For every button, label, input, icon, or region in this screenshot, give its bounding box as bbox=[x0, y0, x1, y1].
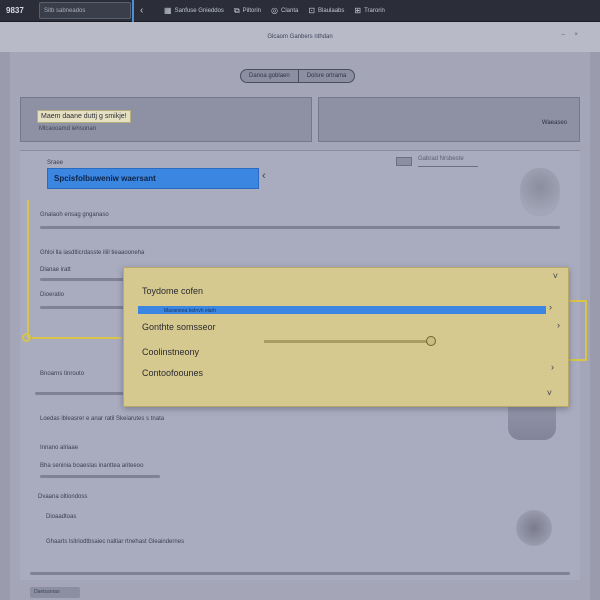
segmented-control: Danoa goblaen Dolsre ortrama bbox=[240, 69, 356, 83]
highlight-anchor-dot bbox=[22, 333, 31, 342]
form-row-label: Gnalaoh ensag gnganaso bbox=[40, 212, 109, 218]
form-row-line bbox=[40, 278, 130, 281]
form-row-label: Dlanae iratt bbox=[40, 267, 71, 273]
grid-icon: ▦ bbox=[164, 6, 172, 15]
form-row-line bbox=[35, 392, 125, 395]
dropdown-item[interactable]: Contoofoounes bbox=[142, 368, 203, 378]
active-separator bbox=[132, 0, 134, 22]
highlight-bracket-left bbox=[27, 200, 31, 338]
topbar-item-4[interactable]: ⊡ Blaulaabs bbox=[308, 6, 344, 15]
form-row-line bbox=[40, 226, 560, 229]
topbar-item-3[interactable]: ◎ Clanta bbox=[271, 6, 298, 15]
dropdown-menu: ˅ Toydome cofen Maosneoa bolnvh elarh › … bbox=[123, 267, 569, 407]
form-row-label: Ghaarts lsitriodtbsaiec naltiar rtnehast… bbox=[46, 539, 185, 545]
app-logo: 9837 bbox=[6, 6, 24, 15]
highlight-bracket-right bbox=[569, 300, 587, 361]
chevron-down-icon[interactable]: ˅ bbox=[547, 388, 552, 398]
top-bar: 9837 Sitb sabneados ‹ ▦ Sanfuse Gnieddos… bbox=[0, 0, 600, 22]
dropdown-item[interactable]: Coolinstneony bbox=[142, 347, 199, 357]
text-input-active[interactable]: Spcisfolbuweniw waersant bbox=[47, 168, 259, 189]
dropdown-item[interactable]: Toydome cofen bbox=[142, 286, 203, 296]
form-row-line bbox=[30, 572, 570, 575]
chevron-right-icon[interactable]: › bbox=[551, 362, 554, 372]
select-label[interactable]: Gabrad Nrsbeste bbox=[418, 156, 464, 162]
segment-2[interactable]: Dolsre ortrama bbox=[297, 70, 355, 82]
topbar-item-1[interactable]: ▦ Sanfuse Gnieddos bbox=[164, 6, 224, 15]
form-row-label[interactable]: Bha seninia boaeslas inanttea ariteeoo bbox=[40, 463, 143, 469]
form-row-label: Dioeratio bbox=[40, 292, 65, 298]
highlight-connector bbox=[32, 337, 122, 339]
footer-button[interactable]: Daetsanras bbox=[30, 587, 80, 598]
slider-track[interactable] bbox=[264, 340, 434, 343]
topbar-item-label: Trarorin bbox=[364, 7, 385, 14]
field-label: Sraee bbox=[47, 160, 64, 166]
search-input[interactable]: Sitb sabneados bbox=[39, 2, 131, 19]
card-subtext: Mlcaooamd iehsonan bbox=[39, 126, 97, 132]
chevron-right-icon[interactable]: › bbox=[549, 302, 552, 312]
window-icon: ⊡ bbox=[308, 6, 316, 15]
card-highlight-label: Maem daane duttj g smikje! bbox=[37, 110, 131, 123]
topbar-item-label: Piltorin bbox=[242, 7, 261, 14]
dropdown-item[interactable]: Gonthte somsseor bbox=[142, 322, 216, 332]
card-label: Waeaseo bbox=[541, 120, 567, 126]
chevron-right-icon[interactable]: › bbox=[557, 320, 560, 330]
info-card-right[interactable]: Waeaseo bbox=[318, 97, 580, 142]
topbar-item-2[interactable]: ⧉ Piltorin bbox=[234, 6, 261, 16]
chevron-down-icon[interactable]: ˅ bbox=[553, 271, 558, 281]
topbar-item-5[interactable]: ⊞ Trarorin bbox=[354, 6, 384, 15]
select-underline bbox=[418, 166, 478, 167]
back-button[interactable]: ‹ bbox=[140, 5, 154, 16]
dropdown-selected-text: Maosneoa bolnvh elarh bbox=[164, 308, 216, 314]
topbar-item-label: Sanfuse Gnieddos bbox=[174, 7, 224, 14]
segment-1[interactable]: Danoa goblaen bbox=[241, 70, 298, 82]
form-row-label: Bnoarns tinrouto bbox=[40, 371, 85, 377]
target-icon: ◎ bbox=[271, 6, 278, 15]
select-toggle[interactable] bbox=[396, 157, 412, 166]
slider-handle[interactable] bbox=[426, 336, 436, 346]
sub-header: Glcaom Ganbers nthdan – × bbox=[0, 22, 600, 52]
form-row-label: Loedas lbleasrer e anar ratil Skeiarutes… bbox=[40, 416, 165, 422]
form-row-label: Ghloi lla iasdtlicrdasste iliil tieaaoon… bbox=[40, 250, 145, 256]
layout-icon: ⊞ bbox=[354, 6, 362, 15]
form-row-line bbox=[40, 475, 160, 478]
chevron-left-icon[interactable]: ‹ bbox=[262, 170, 266, 182]
flower-image bbox=[516, 510, 552, 546]
info-card-left: Maem daane duttj g smikje! Mlcaooamd ieh… bbox=[20, 97, 312, 142]
form-row-line bbox=[40, 306, 130, 309]
form-row-label: Dioaadtoas bbox=[46, 514, 77, 520]
plant-image bbox=[520, 168, 560, 216]
topbar-item-label: Blaulaabs bbox=[318, 7, 345, 14]
copy-icon: ⧉ bbox=[233, 5, 240, 15]
form-row-label: Innano alriaae bbox=[40, 445, 79, 451]
window-controls[interactable]: – × bbox=[561, 32, 582, 38]
topbar-item-label: Clanta bbox=[280, 7, 299, 14]
page-title: Glcaom Ganbers nthdan bbox=[267, 34, 333, 40]
form-row-label: Dvaana oltiondoss bbox=[38, 494, 88, 500]
